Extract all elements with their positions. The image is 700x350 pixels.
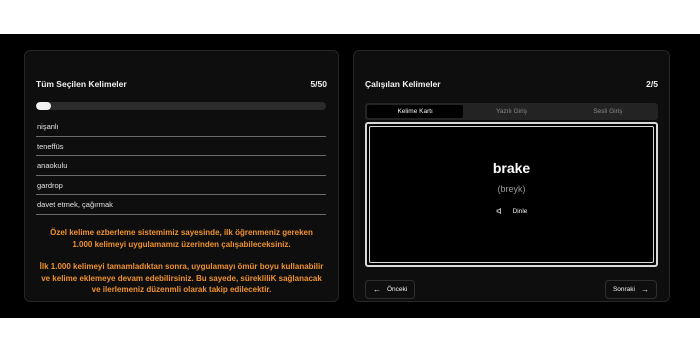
- previous-label: Önceki: [387, 286, 408, 293]
- selected-words-header: Tüm Seçilen Kelimeler 5/50: [36, 79, 327, 89]
- next-button[interactable]: Sonraki →: [604, 280, 657, 299]
- listen-label: Dinle: [512, 207, 528, 215]
- study-words-title: Çalışılan Kelimeler: [365, 79, 441, 89]
- word-card-frame: [369, 126, 654, 263]
- selected-words-panel: Tüm Seçilen Kelimeler 5/50 nişanlı tenef…: [24, 50, 339, 302]
- word-list: nişanlı teneffüs anaokulu gardrop davet …: [36, 117, 326, 215]
- study-words-panel: Çalışılan Kelimeler 2/5 Kelime Kartı Yaz…: [353, 50, 670, 302]
- speaker-icon: [496, 207, 504, 215]
- list-item[interactable]: gardrop: [36, 176, 326, 195]
- arrow-right-icon: →: [641, 284, 649, 294]
- tab-written-input[interactable]: Yazılı Giriş: [463, 105, 559, 118]
- mode-tabs: Kelime Kartı Yazılı Giriş Sesli Giriş: [365, 103, 658, 120]
- tab-word-card[interactable]: Kelime Kartı: [367, 105, 464, 118]
- list-item[interactable]: teneffüs: [36, 137, 326, 156]
- card-word: brake: [492, 160, 531, 176]
- listen-button[interactable]: Dinle: [367, 207, 656, 215]
- study-words-counter: 2/5: [646, 79, 658, 89]
- arrow-left-icon: ←: [373, 284, 381, 294]
- promo-paragraph-2: İlk 1.000 kelimeyi tamamladıktan sonra, …: [39, 262, 324, 294]
- selected-words-counter: 5/50: [310, 79, 327, 89]
- selected-words-title: Tüm Seçilen Kelimeler: [36, 79, 127, 89]
- list-item[interactable]: nişanlı: [36, 117, 326, 137]
- app-stage: Tüm Seçilen Kelimeler 5/50 nişanlı tenef…: [0, 34, 700, 318]
- list-item[interactable]: davet etmek, çağırmak: [36, 195, 326, 215]
- card-pronunciation: (breyk): [497, 184, 526, 194]
- study-words-header: Çalışılan Kelimeler 2/5: [365, 79, 658, 89]
- promo-text: Özel kelime ezberleme sistemimiz sayesin…: [39, 227, 324, 296]
- previous-button[interactable]: ← Önceki: [365, 280, 416, 299]
- word-card: brake (breyk) Dinle: [365, 122, 658, 267]
- tab-voice-input[interactable]: Sesli Giriş: [560, 105, 656, 118]
- list-item[interactable]: anaokulu: [36, 156, 326, 176]
- next-label: Sonraki: [612, 286, 635, 293]
- progress-fill: [36, 102, 51, 110]
- promo-paragraph-1: Özel kelime ezberleme sistemimiz sayesin…: [50, 228, 313, 249]
- progress-bar: [36, 102, 326, 110]
